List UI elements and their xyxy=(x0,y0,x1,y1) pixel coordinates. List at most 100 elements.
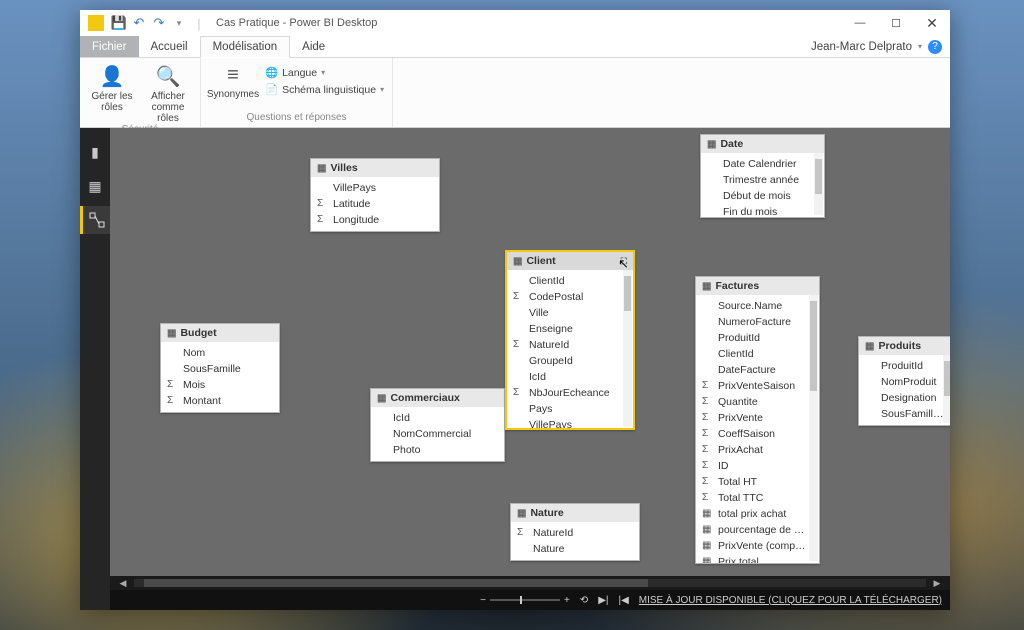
table-field[interactable]: Nom xyxy=(161,345,279,361)
field-name: Ville xyxy=(529,307,549,319)
table-field[interactable]: VillePays xyxy=(507,417,633,428)
card-scrollbar[interactable] xyxy=(623,270,632,426)
zoom-in-icon[interactable]: + xyxy=(564,595,570,606)
horizontal-scrollbar[interactable]: ◀ ▶ xyxy=(110,576,950,590)
table-field[interactable]: Enseigne xyxy=(507,321,633,337)
table-name: Client xyxy=(526,255,555,267)
field-name: Total HT xyxy=(718,476,757,488)
field-name: NumeroFacture xyxy=(718,316,791,328)
field-name: Pays xyxy=(529,403,552,415)
table-field[interactable]: VillePays xyxy=(311,180,439,196)
minimize-button[interactable]: — xyxy=(842,10,878,36)
prev-page-icon[interactable]: ▶| xyxy=(598,595,608,606)
table-field[interactable]: ΣCodePostal xyxy=(507,289,633,305)
undo-icon[interactable]: ↶ xyxy=(130,15,148,31)
maximize-button[interactable]: ☐ xyxy=(878,10,914,36)
card-scrollbar[interactable] xyxy=(943,355,950,423)
table-field[interactable]: IcId xyxy=(507,369,633,385)
table-budget[interactable]: ▦Budget NomSousFamilleΣMoisΣMontant xyxy=(160,323,280,413)
next-page-icon[interactable]: |◀ xyxy=(618,595,628,606)
user-account[interactable]: Jean-Marc Delprato ▾ ? xyxy=(803,36,950,57)
table-field[interactable]: ClientId xyxy=(696,346,819,362)
update-available-link[interactable]: MISE À JOUR DISPONIBLE (CLIQUEZ POUR LA … xyxy=(639,595,942,606)
table-field[interactable]: Designation xyxy=(859,390,950,406)
save-icon[interactable]: 💾 xyxy=(110,15,128,31)
report-view-button[interactable]: ▮ xyxy=(80,138,110,166)
close-button[interactable]: ✕ xyxy=(914,10,950,36)
table-field[interactable]: ΣLatitude xyxy=(311,196,439,212)
tab-help[interactable]: Aide xyxy=(290,36,337,57)
tab-file[interactable]: Fichier xyxy=(80,36,139,57)
table-field[interactable]: Nature xyxy=(511,541,639,557)
table-field[interactable]: ΣNatureId xyxy=(511,525,639,541)
table-produits[interactable]: ▦Produits ProduitIdNomProduitDesignation… xyxy=(858,336,950,426)
table-commerciaux[interactable]: ▦Commerciaux IcIdNomCommercialPhoto xyxy=(370,388,505,462)
table-field[interactable]: ΣTotal TTC xyxy=(696,490,819,506)
table-field[interactable]: ProduitId xyxy=(696,330,819,346)
table-field[interactable]: SousFamilleId xyxy=(859,406,950,422)
table-field[interactable]: ▦Prix total xyxy=(696,554,819,563)
linguistic-schema-dropdown[interactable]: 📄Schéma linguistique ▾ xyxy=(265,83,384,96)
table-villes[interactable]: ▦Villes VillePaysΣLatitudeΣLongitude xyxy=(310,158,440,232)
person-search-icon: 🔍 xyxy=(156,64,181,89)
table-field[interactable]: ▦PrixVente (compartim… xyxy=(696,538,819,554)
table-nature[interactable]: ▦Nature ΣNatureIdNature xyxy=(510,503,640,561)
manage-roles-button[interactable]: 👤 Gérer les rôles xyxy=(88,64,136,113)
fit-to-page-icon[interactable]: ⟲ xyxy=(580,595,588,606)
table-factures[interactable]: ▦Factures Source.NameNumeroFactureProdui… xyxy=(695,276,820,564)
table-field[interactable]: ΣNatureId xyxy=(507,337,633,353)
table-field[interactable]: ΣMois xyxy=(161,377,279,393)
help-icon[interactable]: ? xyxy=(928,40,942,54)
table-field[interactable]: Début de mois xyxy=(701,188,824,204)
tab-modeling[interactable]: Modélisation xyxy=(200,36,291,58)
table-field[interactable]: ClientId xyxy=(507,273,633,289)
table-field[interactable]: ΣQuantite xyxy=(696,394,819,410)
card-scrollbar[interactable] xyxy=(814,153,823,215)
table-field[interactable]: IcId xyxy=(371,410,504,426)
table-field[interactable]: ▦pourcentage de mar… xyxy=(696,522,819,538)
model-canvas[interactable]: 1 1 * 1 ▦Villes VillePaysΣLatitudeΣLongi… xyxy=(110,128,950,576)
table-field[interactable]: Source.Name xyxy=(696,298,819,314)
table-field[interactable]: Trimestre année xyxy=(701,172,824,188)
table-field[interactable]: NomProduit xyxy=(859,374,950,390)
view-as-roles-button[interactable]: 🔍 Afficher comme rôles xyxy=(144,64,192,124)
zoom-slider[interactable]: − + xyxy=(480,595,570,606)
table-field[interactable]: NumeroFacture xyxy=(696,314,819,330)
data-view-button[interactable]: ▦ xyxy=(80,172,110,200)
redo-icon[interactable]: ↷ xyxy=(150,15,168,31)
scroll-left-icon[interactable]: ◀ xyxy=(114,576,132,590)
table-field[interactable]: DateFacture xyxy=(696,362,819,378)
table-field[interactable]: ΣLongitude xyxy=(311,212,439,228)
table-field[interactable]: ▦total prix achat xyxy=(696,506,819,522)
table-field[interactable]: ΣPrixVenteSaison xyxy=(696,378,819,394)
table-field[interactable]: Ville xyxy=(507,305,633,321)
table-field[interactable]: ΣPrixAchat xyxy=(696,442,819,458)
table-field[interactable]: NomCommercial xyxy=(371,426,504,442)
scroll-thumb[interactable] xyxy=(144,579,648,587)
table-field[interactable]: ΣTotal HT xyxy=(696,474,819,490)
table-icon: ▦ xyxy=(513,256,522,267)
qat-dropdown-icon[interactable]: ▾ xyxy=(170,18,188,29)
table-field[interactable]: ΣPrixVente xyxy=(696,410,819,426)
table-field[interactable]: ΣMontant xyxy=(161,393,279,409)
model-view-button[interactable] xyxy=(80,206,110,234)
field-name: IcId xyxy=(529,371,546,383)
language-dropdown[interactable]: 🌐Langue ▾ xyxy=(265,66,384,79)
card-scrollbar[interactable] xyxy=(809,295,818,561)
table-date[interactable]: ▦Date Date CalendrierTrimestre annéeDébu… xyxy=(700,134,825,218)
table-field[interactable]: Date Calendrier xyxy=(701,156,824,172)
table-field[interactable]: SousFamille xyxy=(161,361,279,377)
table-client[interactable]: ▦Client⛶ ClientIdΣCodePostalVilleEnseign… xyxy=(505,250,635,430)
tab-home[interactable]: Accueil xyxy=(139,36,200,57)
table-field[interactable]: Pays xyxy=(507,401,633,417)
synonyms-button[interactable]: ≡ Synonymes xyxy=(209,64,257,100)
table-field[interactable]: Fin du mois xyxy=(701,204,824,217)
table-field[interactable]: Photo xyxy=(371,442,504,458)
table-field[interactable]: ΣCoeffSaison xyxy=(696,426,819,442)
scroll-right-icon[interactable]: ▶ xyxy=(928,576,946,590)
table-field[interactable]: ProduitId xyxy=(859,358,950,374)
zoom-out-icon[interactable]: − xyxy=(480,595,486,606)
table-field[interactable]: ΣNbJourEcheance xyxy=(507,385,633,401)
table-field[interactable]: ΣID xyxy=(696,458,819,474)
table-field[interactable]: GroupeId xyxy=(507,353,633,369)
